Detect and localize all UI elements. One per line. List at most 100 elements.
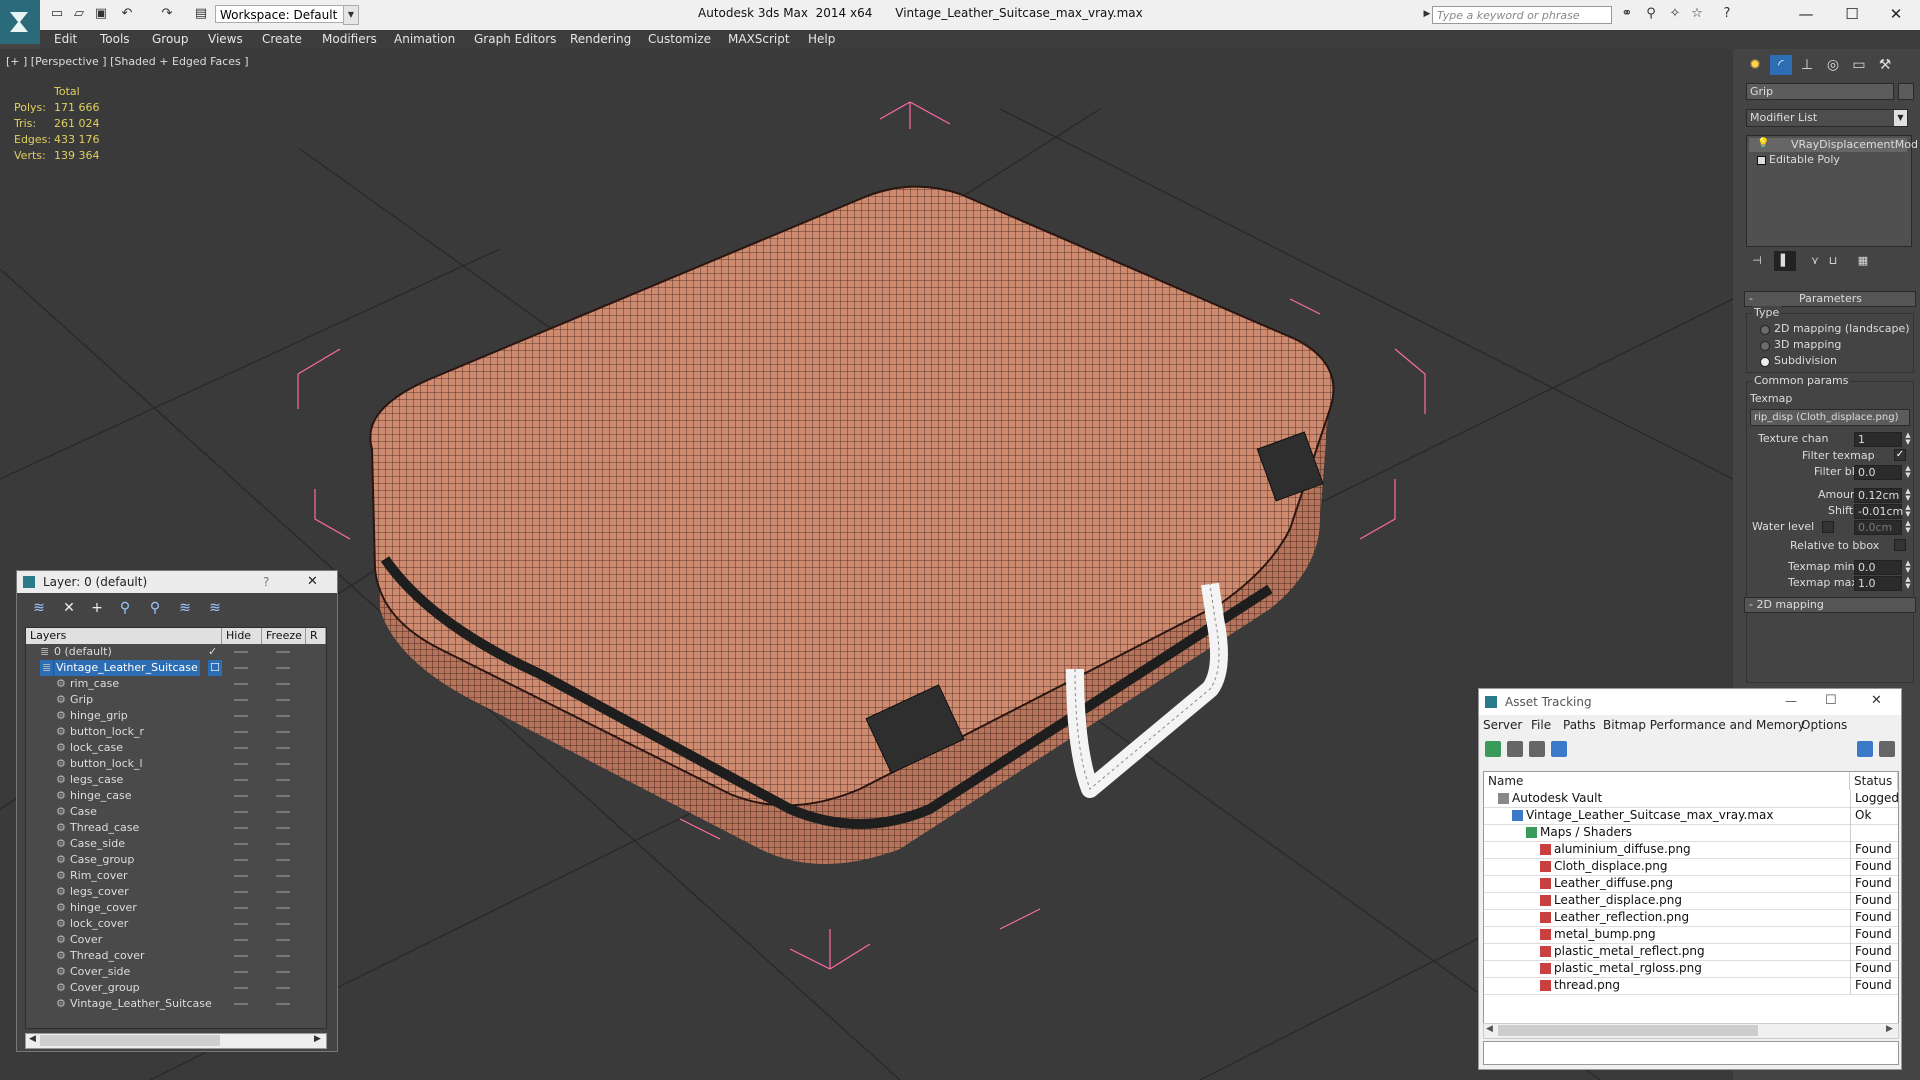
column-name[interactable]: Name [1484,772,1850,790]
modifier-stack[interactable]: 💡 VRayDisplacementMod Editable Poly [1746,135,1918,247]
show-end-result-icon[interactable]: ▌ [1774,251,1796,271]
modify-tab-icon[interactable]: ◜ [1770,55,1792,75]
detail-view-icon[interactable] [1529,741,1545,757]
close-button[interactable]: ✕ [1871,693,1882,708]
save-icon[interactable]: ▣ [92,6,110,22]
layer-row[interactable]: ⚙ Cover_group [26,980,326,996]
motion-tab-icon[interactable]: ◎ [1822,55,1844,75]
hide-toggle[interactable] [234,955,248,957]
hide-all-icon[interactable]: ≋ [175,598,195,618]
asset-horizontal-scrollbar[interactable]: ◀ ▶ [1483,1023,1899,1039]
utilities-tab-icon[interactable]: ⚒ [1874,55,1896,75]
radio-2d-mapping[interactable] [1760,325,1770,335]
scroll-left-icon[interactable]: ◀ [1486,1024,1493,1034]
layer-row[interactable]: ⚙ Case_group [26,852,326,868]
freeze-toggle[interactable] [276,763,290,765]
layer-row[interactable]: ⚙ Grip [26,692,326,708]
hide-toggle[interactable] [234,907,248,909]
hide-toggle[interactable] [234,699,248,701]
create-tab-icon[interactable]: ✹ [1744,55,1766,75]
freeze-toggle[interactable] [276,699,290,701]
layer-row[interactable]: ≣ 0 (default) ✓ [26,644,326,660]
maximize-button[interactable]: ☐ [1825,693,1837,708]
asset-tracking-titlebar[interactable]: Asset Tracking — ☐ ✕ [1479,689,1901,715]
freeze-all-icon[interactable]: ≋ [205,598,225,618]
close-icon[interactable]: ✕ [307,574,318,589]
hide-toggle[interactable] [234,795,248,797]
freeze-toggle[interactable] [276,827,290,829]
shift-spinner[interactable]: -0.01cm [1854,504,1903,519]
freeze-toggle[interactable] [276,715,290,717]
asset-row[interactable]: thread.png Found [1484,977,1898,995]
hierarchy-tab-icon[interactable]: ⊥ [1796,55,1818,75]
menu-options[interactable]: Options [1801,718,1847,732]
asset-row[interactable]: metal_bump.png Found [1484,926,1898,944]
current-layer-checkbox[interactable]: ☐ [208,660,222,676]
2d-mapping-rollout-header[interactable]: - 2D mapping [1744,597,1916,613]
column-freeze[interactable]: Freeze [262,628,306,644]
layer-horizontal-scrollbar[interactable]: ◀ ▶ [25,1033,327,1049]
hide-toggle[interactable] [234,875,248,877]
menu-tools[interactable]: Tools [100,32,130,46]
freeze-toggle[interactable] [276,731,290,733]
asset-row[interactable]: Vintage_Leather_Suitcase_max_vray.max Ok [1484,807,1898,825]
configure-sets-icon[interactable]: ▦ [1852,251,1874,271]
layer-row[interactable]: ⚙ Cover [26,932,326,948]
relative-bbox-checkbox[interactable] [1894,539,1906,551]
search-input[interactable]: Type a keyword or phrase [1432,6,1612,24]
freeze-toggle[interactable] [276,811,290,813]
minimize-button[interactable]: — [1785,694,1797,708]
menu-file[interactable]: File [1531,718,1551,732]
redo-icon[interactable]: ↷ [158,6,176,22]
hide-toggle[interactable] [234,923,248,925]
menu-edit[interactable]: Edit [54,32,77,46]
layer-row[interactable]: ⚙ lock_case [26,740,326,756]
help-icon[interactable] [1857,741,1873,757]
water-level-spinner[interactable]: 0.0cm [1854,520,1902,535]
freeze-toggle[interactable] [276,747,290,749]
rollout-collapse-icon[interactable]: - [1749,292,1753,305]
spinner-arrows-icon[interactable]: ▲ ▼ [1904,488,1912,503]
minimize-button[interactable]: — [1784,2,1828,26]
asset-row[interactable]: Leather_diffuse.png Found [1484,875,1898,893]
menu-bitmap-performance[interactable]: Bitmap Performance and Memory [1603,718,1805,732]
freeze-toggle[interactable] [276,859,290,861]
help-icon[interactable]: ? [263,575,269,589]
new-layer-icon[interactable]: ≋ [29,598,49,618]
dropdown-arrow-icon[interactable]: ▼ [1894,110,1907,126]
favorites-star-icon[interactable]: ☆ [1688,6,1706,22]
menu-create[interactable]: Create [262,32,302,46]
stack-item-vray-displacement[interactable]: 💡 VRayDisplacementMod [1749,138,1918,152]
spinner-arrows-icon[interactable]: ▲ ▼ [1904,432,1912,447]
layer-manager-titlebar[interactable]: Layer: 0 (default) ? ✕ [17,571,337,593]
display-tab-icon[interactable]: ▭ [1848,55,1870,75]
help-icon[interactable]: ? [1718,6,1736,22]
layer-row[interactable]: ⚙ rim_case [26,676,326,692]
remove-modifier-icon[interactable]: ⊔ [1822,251,1844,271]
layer-row[interactable]: ≣ Vintage_Leather_Suitcase ☐ [26,660,326,676]
hide-toggle[interactable] [234,779,248,781]
freeze-toggle[interactable] [276,683,290,685]
undo-icon[interactable]: ↶ [118,6,136,22]
refresh-icon[interactable] [1485,741,1501,757]
freeze-toggle[interactable] [276,987,290,989]
asset-row[interactable]: plastic_metal_rgloss.png Found [1484,960,1898,978]
current-layer-checkbox[interactable]: ✓ [208,644,217,660]
hide-toggle[interactable] [234,715,248,717]
object-name-field[interactable]: Grip [1746,83,1894,100]
layer-row[interactable]: ⚙ legs_cover [26,884,326,900]
app-logo-icon[interactable] [0,0,40,44]
menu-paths[interactable]: Paths [1563,718,1596,732]
layer-row[interactable]: ⚙ hinge_case [26,788,326,804]
filter-texmap-checkbox[interactable]: ✓ [1894,449,1906,461]
menu-graph-editors[interactable]: Graph Editors [474,32,556,46]
column-layers[interactable]: Layers [26,628,222,644]
layer-row[interactable]: ⚙ lock_cover [26,916,326,932]
freeze-toggle[interactable] [276,923,290,925]
column-render[interactable]: R [306,628,326,644]
select-objects-icon[interactable]: ⚲ [115,598,135,618]
layer-row[interactable]: ⚙ Cover_side [26,964,326,980]
list-view-icon[interactable] [1507,741,1523,757]
spinner-arrows-icon[interactable]: ▲ ▼ [1904,560,1912,575]
menu-rendering[interactable]: Rendering [570,32,631,46]
